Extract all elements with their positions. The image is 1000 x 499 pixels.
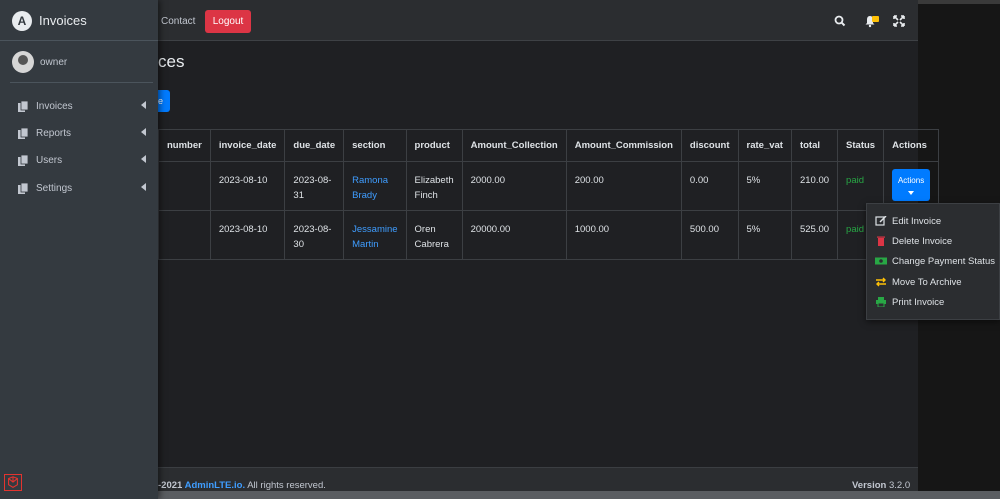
laravel-debugbar-icon[interactable] bbox=[4, 474, 22, 491]
col-amount-commission: Amount_Commission bbox=[565, 129, 682, 162]
col-section: section bbox=[343, 129, 407, 162]
move-to-archive-label: Move To Archive bbox=[892, 276, 962, 288]
cell-section-link[interactable]: Ramona Brady bbox=[343, 161, 407, 211]
sidebar-item-users[interactable]: Users bbox=[18, 152, 146, 168]
brand-logo-icon: A bbox=[12, 11, 32, 31]
cell-number bbox=[158, 210, 211, 260]
cell-due-date: 2023-08-30 bbox=[284, 210, 345, 260]
brand-title: Invoices bbox=[39, 13, 87, 28]
version-label: Version bbox=[852, 480, 887, 491]
sidebar-item-label: Reports bbox=[36, 127, 72, 139]
main-sidebar: A Invoices owner Invoices Reports Users … bbox=[0, 0, 158, 499]
cell-total: 525.00 bbox=[790, 210, 839, 260]
sidebar-item-reports[interactable]: Reports bbox=[18, 125, 146, 141]
cell-amount-collection: 20000.00 bbox=[461, 210, 567, 260]
sidebar-item-settings[interactable]: Settings bbox=[18, 180, 146, 196]
change-payment-status-item[interactable]: Change Payment Status bbox=[875, 254, 995, 268]
cell-product: Oren Cabrera bbox=[405, 210, 463, 260]
edit-invoice-item[interactable]: Edit Invoice bbox=[875, 214, 941, 228]
table-header-row: number invoice_date due_date section pro… bbox=[158, 129, 940, 162]
col-amount-collection: Amount_Collection bbox=[461, 129, 567, 162]
col-due-date: due_date bbox=[284, 129, 345, 162]
col-product: product bbox=[405, 129, 463, 162]
exchange-icon bbox=[876, 277, 886, 287]
caret-down-icon bbox=[908, 191, 915, 195]
cell-invoice-date: 2023-08-10 bbox=[209, 161, 286, 211]
copyright-prefix: -2021 bbox=[158, 480, 185, 491]
user-name[interactable]: owner bbox=[40, 57, 67, 68]
sidebar-item-label: Settings bbox=[36, 182, 73, 194]
print-invoice-item[interactable]: Print Invoice bbox=[875, 295, 944, 309]
cell-total: 210.00 bbox=[790, 161, 839, 211]
col-discount: discount bbox=[680, 129, 739, 162]
sidebar-item-label: Invoices bbox=[36, 100, 73, 112]
sidebar-item-invoices[interactable]: Invoices bbox=[18, 98, 146, 114]
col-total: total bbox=[790, 129, 839, 162]
chevron-left-icon bbox=[141, 183, 146, 191]
money-bill-icon bbox=[875, 257, 887, 265]
cell-due-date: 2023-08-31 bbox=[284, 161, 345, 211]
actions-dropdown-button[interactable]: Actions bbox=[892, 169, 931, 201]
delete-invoice-label: Delete Invoice bbox=[892, 235, 953, 247]
cell-amount-collection: 2000.00 bbox=[461, 161, 567, 211]
cell-discount: 500.00 bbox=[680, 210, 739, 260]
print-icon bbox=[876, 297, 886, 307]
cell-rate-vat: 5% bbox=[737, 161, 792, 211]
copy-icon bbox=[18, 182, 29, 194]
change-payment-status-label: Change Payment Status bbox=[892, 255, 995, 267]
footer-copyright: -2021 AdminLTE.io. All rights reserved. bbox=[158, 480, 326, 491]
page-title: ces bbox=[158, 52, 185, 71]
add-invoice-button-label: e bbox=[158, 96, 164, 106]
col-status: Status bbox=[837, 129, 885, 162]
logout-button[interactable]: Logout bbox=[205, 10, 251, 33]
col-rate-vat: rate_vat bbox=[737, 129, 792, 162]
version-number: 3.2.0 bbox=[888, 480, 911, 491]
chevron-left-icon bbox=[141, 101, 146, 109]
chevron-left-icon bbox=[141, 128, 146, 136]
user-panel[interactable]: owner bbox=[10, 42, 153, 83]
brand-link[interactable]: A Invoices bbox=[0, 0, 158, 41]
table-row: 2023-08-10 2023-08-30 Jessamine Martin O… bbox=[158, 210, 940, 260]
edit-icon bbox=[875, 216, 887, 226]
col-actions: Actions bbox=[883, 129, 940, 162]
cell-product: Elizabeth Finch bbox=[405, 161, 463, 211]
col-number: number bbox=[158, 129, 211, 162]
copy-icon bbox=[18, 127, 29, 139]
notification-badge bbox=[872, 16, 879, 22]
cell-amount-commission: 1000.00 bbox=[565, 210, 682, 260]
copy-icon bbox=[18, 154, 29, 166]
cell-section-link[interactable]: Jessamine Martin bbox=[343, 210, 407, 260]
table-row: 2023-08-10 2023-08-31 Ramona Brady Eliza… bbox=[158, 161, 940, 211]
copyright-suffix: All rights reserved. bbox=[245, 480, 326, 491]
cell-invoice-date: 2023-08-10 bbox=[209, 210, 286, 260]
sidebar-item-label: Users bbox=[36, 154, 63, 166]
cell-discount: 0.00 bbox=[680, 161, 739, 211]
add-invoice-button[interactable]: e bbox=[158, 90, 170, 112]
delete-invoice-item[interactable]: Delete Invoice bbox=[875, 234, 952, 248]
cell-rate-vat: 5% bbox=[737, 210, 792, 260]
actions-dropdown-menu: Edit Invoice Delete Invoice Change Payme… bbox=[866, 203, 1000, 320]
invoices-table: number invoice_date due_date section pro… bbox=[158, 129, 940, 260]
actions-button-label: Actions bbox=[897, 176, 925, 185]
print-invoice-label: Print Invoice bbox=[892, 296, 945, 308]
fullscreen-icon[interactable] bbox=[892, 14, 906, 28]
chevron-left-icon bbox=[141, 155, 146, 163]
footer-version: Version 3.2.0 bbox=[852, 480, 910, 491]
adminlte-link[interactable]: AdminLTE.io. bbox=[185, 480, 246, 491]
cell-number bbox=[158, 161, 211, 211]
edit-invoice-label: Edit Invoice bbox=[892, 215, 942, 227]
copy-icon bbox=[18, 100, 29, 112]
nav-contact-link[interactable]: Contact bbox=[161, 16, 195, 27]
move-to-archive-item[interactable]: Move To Archive bbox=[875, 275, 962, 289]
search-icon[interactable] bbox=[833, 14, 847, 28]
trash-icon bbox=[877, 236, 885, 246]
cell-amount-commission: 200.00 bbox=[565, 161, 682, 211]
col-invoice-date: invoice_date bbox=[209, 129, 286, 162]
avatar bbox=[12, 51, 34, 73]
